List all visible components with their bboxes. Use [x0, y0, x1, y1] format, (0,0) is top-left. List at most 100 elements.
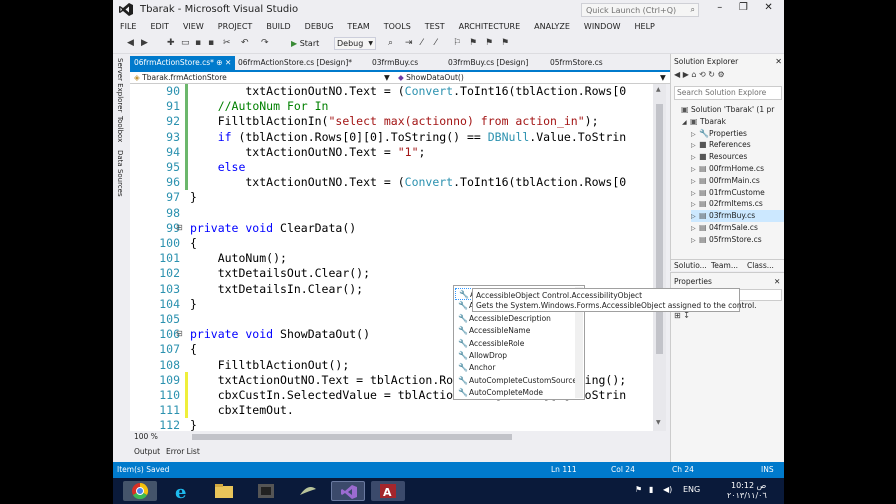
bookmark-prev-icon[interactable]: ⚑ — [469, 37, 477, 50]
close-button[interactable]: ✕ — [764, 2, 772, 16]
step-icon[interactable]: ⇥ — [405, 37, 413, 50]
start-button[interactable]: ▶ Start — [291, 36, 319, 51]
sql-server-taskbar-icon[interactable] — [291, 481, 325, 501]
open-icon[interactable]: ▭ — [181, 37, 190, 50]
tree-item[interactable]: ▷ ▤ 01frmCustome — [691, 187, 784, 199]
back-icon[interactable]: ◀ — [674, 70, 680, 79]
internet-explorer-taskbar-icon[interactable]: e — [165, 481, 199, 503]
menu-architecture[interactable]: ARCHITECTURE — [459, 19, 520, 34]
bookmark-icon[interactable]: ⚐ — [453, 37, 461, 50]
menu-team[interactable]: TEAM — [347, 19, 369, 34]
expand-arrow-icon[interactable]: ▷ — [691, 235, 699, 247]
member-selector[interactable]: ◆ ShowDataOut() — [398, 73, 464, 83]
class-selector[interactable]: ◈ Tbarak.frmActionStore — [134, 73, 227, 83]
tree-item[interactable]: ▷ ▤ 00frmHome.cs — [691, 163, 784, 175]
expand-arrow-icon[interactable]: ◢ — [682, 117, 690, 129]
tree-item[interactable]: ◢ ▣ Tbarak — [682, 116, 784, 128]
menu-file[interactable]: FILE — [120, 19, 136, 34]
data-sources-tab[interactable]: Data Sources — [116, 150, 124, 197]
menu-analyze[interactable]: ANALYZE — [534, 19, 570, 34]
tab-output[interactable]: Output — [134, 447, 160, 456]
scroll-thumb[interactable] — [656, 104, 663, 354]
new-project-icon[interactable]: ✚ — [167, 37, 175, 50]
alphabetical-icon[interactable]: ↧ — [683, 311, 690, 320]
tab-error-list[interactable]: Error List — [166, 447, 200, 456]
clock-date[interactable]: ٢٠١٣/١١/٠٦ — [727, 491, 767, 500]
back-icon[interactable]: ◀ — [127, 37, 134, 50]
categorized-icon[interactable]: ⊞ — [674, 311, 681, 320]
forward-icon[interactable]: ▶ — [683, 70, 689, 79]
completion-item[interactable]: 🔧 AllowDrop — [455, 350, 575, 362]
server-explorer-tab[interactable]: Server Explorer — [116, 58, 124, 112]
clock-time[interactable]: 10:12 ص — [731, 481, 766, 490]
tree-item[interactable]: ▷ ▤ 00frmMain.cs — [691, 175, 784, 187]
menu-project[interactable]: PROJECT — [218, 19, 253, 34]
tab-team-explorer[interactable]: Team... — [711, 261, 738, 270]
tree-item[interactable]: ▷ ■ Resources — [691, 151, 784, 163]
file-explorer-taskbar-icon[interactable] — [207, 481, 241, 501]
scroll-up-icon[interactable]: ▲ — [656, 86, 661, 93]
tab-06frmactionstore-cs[interactable]: 06frmActionStore.cs* ⊕ ✕ — [130, 56, 236, 70]
tree-item[interactable]: ▷ ■ References — [691, 139, 784, 151]
menu-edit[interactable]: EDIT — [150, 19, 168, 34]
maximize-button[interactable]: ❐ — [739, 2, 748, 16]
tab-03frmbuy-design[interactable]: 03frmBuy.cs [Design] — [444, 56, 532, 70]
redo-icon[interactable]: ↷ — [261, 37, 269, 50]
tree-item[interactable]: ▷ ▤ 03frmBuy.cs — [691, 210, 784, 222]
completion-item[interactable]: 🔧 Anchor — [455, 362, 575, 374]
home-icon[interactable]: ⌂ — [691, 70, 696, 79]
member-dropdown-arrow[interactable]: ▼ — [660, 73, 666, 83]
completion-item[interactable]: 🔧 AccessibleRole — [455, 338, 575, 350]
solution-search-input[interactable]: Search Solution Explore — [674, 86, 782, 100]
uncomment-icon[interactable]: ⁄ — [435, 37, 437, 50]
menu-test[interactable]: TEST — [425, 19, 445, 34]
forward-icon[interactable]: ▶ — [141, 37, 148, 50]
class-dropdown-arrow[interactable]: ▼ — [384, 73, 390, 83]
tree-item[interactable]: ▷ ▤ 05frmStore.cs — [691, 234, 784, 246]
editor-vertical-scrollbar[interactable]: ▲ ▼ — [653, 84, 666, 431]
refresh-icon[interactable]: ↻ — [708, 70, 715, 79]
tab-05frmstore-cs[interactable]: 05frmStore.cs — [546, 56, 607, 70]
solution-configuration-select[interactable]: Debug ▼ — [334, 37, 376, 50]
bookmark-next-icon[interactable]: ⚑ — [485, 37, 493, 50]
tab-03frmbuy-cs[interactable]: 03frmBuy.cs — [368, 56, 422, 70]
menu-window[interactable]: WINDOW — [584, 19, 621, 34]
collapse-icon[interactable]: ⊟ — [176, 330, 184, 338]
tab-solution-explorer[interactable]: Solutio... — [674, 261, 707, 270]
cut-icon[interactable]: ✂ — [223, 37, 231, 50]
tree-item[interactable]: ▷ ▤ 02frmItems.cs — [691, 198, 784, 210]
close-icon[interactable]: ✕ — [774, 277, 780, 286]
flag-icon[interactable]: ⚑ — [635, 485, 642, 494]
menu-build[interactable]: BUILD — [266, 19, 290, 34]
menu-view[interactable]: VIEW — [183, 19, 204, 34]
visual-studio-taskbar-icon[interactable] — [331, 481, 365, 501]
completion-item[interactable]: 🔧 AccessibleName — [455, 325, 575, 337]
input-language[interactable]: ENG — [683, 485, 700, 494]
bookmark-clear-icon[interactable]: ⚑ — [501, 37, 509, 50]
horizontal-scroll-thumb[interactable] — [192, 434, 512, 440]
zoom-level[interactable]: 100 % — [134, 432, 158, 442]
tab-06frmactionstore-design[interactable]: 06frmActionStore.cs [Design]* — [234, 56, 356, 70]
tab-class-view[interactable]: Class... — [747, 261, 774, 270]
tree-item[interactable]: ▷ 🔧Properties — [691, 128, 784, 140]
minimize-button[interactable]: – — [717, 2, 722, 16]
network-icon[interactable]: ▮ — [649, 485, 653, 494]
video-app-taskbar-icon[interactable] — [249, 481, 283, 501]
volume-icon[interactable]: ◀) — [663, 485, 672, 494]
menu-debug[interactable]: DEBUG — [305, 19, 334, 34]
settings-icon[interactable]: ⚙ — [718, 70, 725, 79]
tree-item[interactable]: ▷ ▤ 04frmSale.cs — [691, 222, 784, 234]
completion-item[interactable]: 🔧 AutoCompleteCustomSource — [455, 375, 575, 387]
save-icon[interactable]: ▪ — [195, 37, 201, 50]
close-icon[interactable]: ✕ — [775, 57, 782, 66]
save-all-icon[interactable]: ▪ — [208, 37, 214, 50]
quick-launch-input[interactable]: Quick Launch (Ctrl+Q) ⌕ — [581, 3, 699, 17]
sync-icon[interactable]: ⟲ — [699, 70, 706, 79]
scroll-down-icon[interactable]: ▼ — [656, 419, 661, 426]
code-editor[interactable]: 90 txtActionOutNO.Text = (Convert.ToInt1… — [130, 84, 653, 431]
comment-icon[interactable]: ⁄ — [421, 37, 423, 50]
completion-item[interactable]: 🔧 AutoCompleteMode — [455, 387, 575, 399]
menu-help[interactable]: HELP — [635, 19, 655, 34]
access-taskbar-icon[interactable]: A — [371, 481, 405, 501]
chrome-taskbar-icon[interactable] — [123, 481, 157, 501]
